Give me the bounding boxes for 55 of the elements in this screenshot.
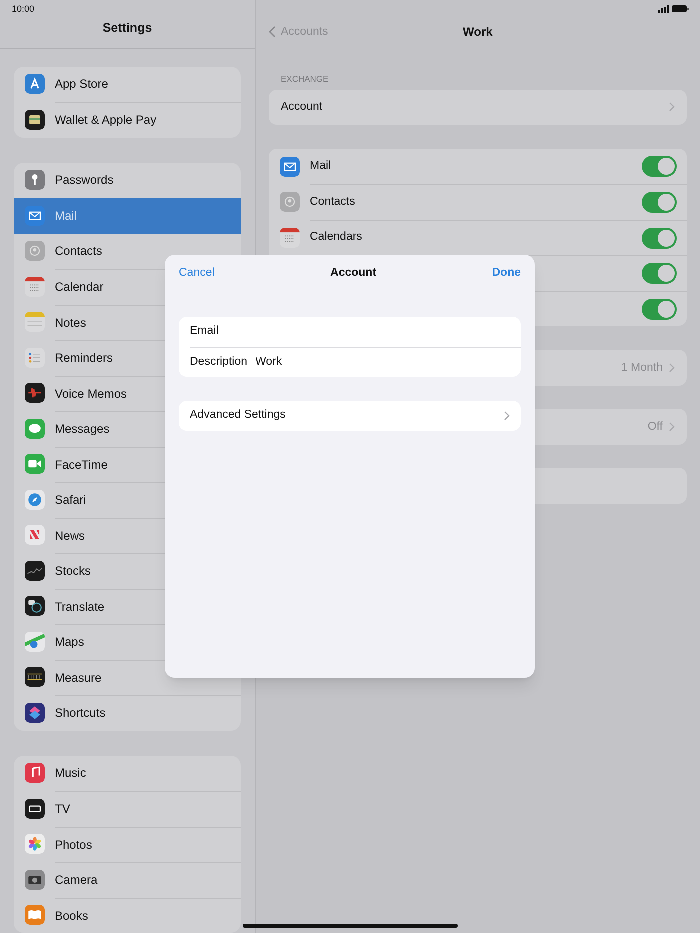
letter-a-icon [25,74,45,94]
camera-icon [25,870,45,890]
detail-title: Work [463,24,493,41]
calendar-icon [25,276,45,297]
back-chevron-icon [269,26,276,38]
flower-icon [25,834,45,854]
chevron-icon [669,422,675,432]
toggle-switch[interactable] [642,263,677,284]
sidebar-item[interactable]: Wallet & Apple Pay [14,102,241,138]
chevron-icon [669,363,675,374]
wallet-icon [25,110,45,130]
sidebar-item[interactable]: Camera [14,862,241,898]
service-label: Mail [310,158,332,174]
status-time: 10:00 [12,3,35,16]
letter-n-icon [25,525,45,546]
envelope-icon [280,156,300,176]
video-camera-icon [25,454,45,474]
service-label: Calendars [310,230,362,246]
done-button[interactable]: Done [492,265,521,283]
sidebar-title: Settings [102,20,152,37]
sidebar-item[interactable]: Shortcuts [14,695,241,730]
sidebar-item[interactable]: Music [14,756,241,791]
chevron-icon [669,102,675,112]
key-icon [25,170,45,190]
service-label: Contacts [310,194,356,210]
account-row[interactable]: Account [269,90,687,125]
chevron-icon [504,411,510,421]
sidebar-item[interactable]: TV [14,791,241,826]
section-header: EXCHANGE [280,73,330,86]
sidebar-item[interactable]: Passwords [14,162,241,198]
speech-bubble-icon [25,418,45,439]
list-icon [25,348,45,368]
book-icon [25,905,45,926]
sheet-title: Account [330,266,377,282]
field-label: Email [190,324,219,340]
toggle-switch[interactable] [642,192,677,213]
sidebar-item[interactable]: Photos [14,826,241,862]
sidebar-item[interactable]: Books [14,898,241,933]
calendar-icon [280,228,300,248]
toggle-switch[interactable] [642,156,677,177]
line-chart-icon [25,560,45,581]
field-label: Description [190,354,248,370]
notepad-icon [25,312,45,332]
tv-icon [25,798,45,819]
status-icons [658,5,690,13]
toggle-switch[interactable] [642,298,677,320]
layers-icon [25,702,45,723]
compass-icon [25,490,45,510]
advanced-settings-row[interactable]: Advanced Settings [179,401,521,431]
waveform-icon [25,383,45,404]
toggle-switch[interactable] [642,228,677,248]
envelope-icon [25,206,45,226]
sidebar-item[interactable]: App Store [14,66,241,102]
ruler-icon [25,667,45,688]
text-field[interactable]: Work [256,354,521,372]
